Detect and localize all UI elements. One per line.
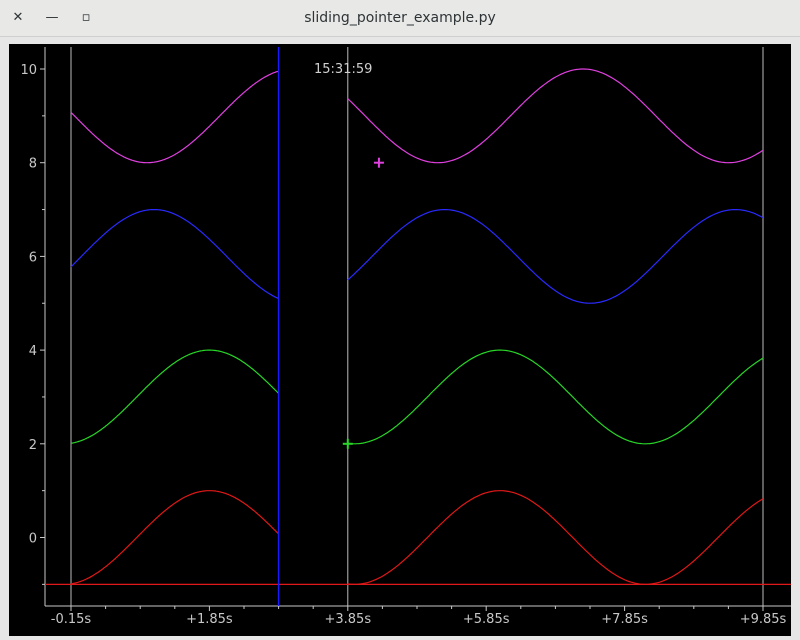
series-line: [347, 349, 764, 445]
y-tick-label: 6: [29, 250, 37, 265]
window-title: sliding_pointer_example.py: [304, 10, 496, 26]
series-line: [70, 209, 279, 300]
chart-series: [70, 68, 764, 585]
time-label: 15:31:59: [314, 62, 372, 77]
series-line: [347, 490, 764, 585]
x-tick-label: +5.85s: [463, 612, 510, 627]
y-tick-label: 4: [29, 344, 37, 359]
series-line: [347, 209, 764, 304]
series-line: [70, 349, 280, 444]
series-line: [70, 490, 280, 585]
chart-axes: 0 2 4 6 8 10 -0.15s +1.85s +3.85s +5.85s +7.85s +9.…: [20, 47, 791, 627]
x-tick-label: -0.15s: [51, 612, 92, 627]
plot-area[interactable]: 0 2 4 6 8 10 -0.15s +1.85s +3.85s +5.85s +7.85s +9.…: [9, 44, 791, 636]
y-tick-label: 0: [29, 532, 37, 547]
x-tick-label: +1.85s: [186, 612, 233, 627]
series-line: [70, 70, 279, 164]
x-tick-label: +9.85s: [740, 612, 787, 627]
series-line: [347, 68, 764, 164]
title-bar: ✕ — ▫ sliding_pointer_example.py: [0, 0, 800, 37]
y-tick-label: 10: [20, 63, 37, 78]
crosshair-marker: [373, 157, 384, 168]
chart-overlays: [45, 47, 791, 606]
y-tick-label: 2: [29, 438, 37, 453]
x-tick-label: +7.85s: [601, 612, 648, 627]
x-tick-label: +3.85s: [324, 612, 371, 627]
crosshair-marker: [342, 438, 353, 449]
line-chart[interactable]: 0 2 4 6 8 10 -0.15s +1.85s +3.85s +5.85s +7.85s +9.…: [9, 44, 791, 636]
y-tick-label: 8: [29, 157, 37, 172]
